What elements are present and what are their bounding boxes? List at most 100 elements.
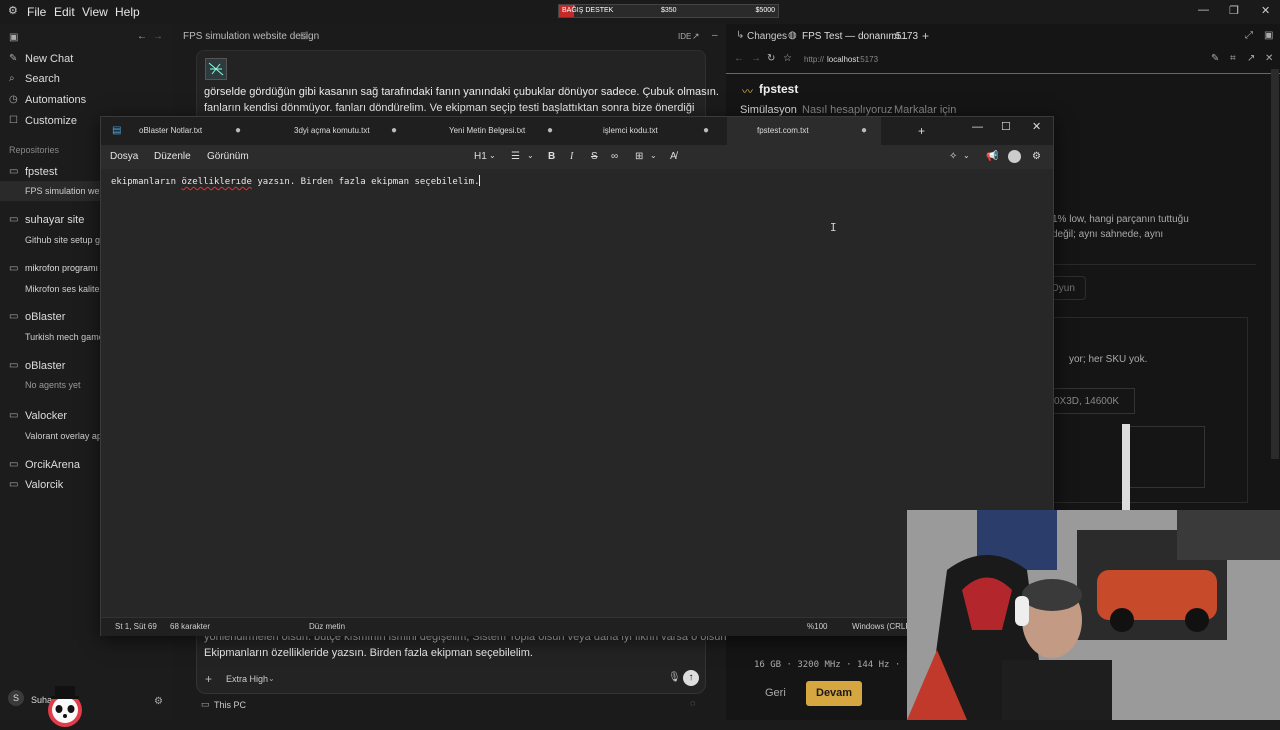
sidebar-new-chat[interactable]: New Chat <box>25 53 73 65</box>
brand-name[interactable]: fpstest <box>759 82 798 96</box>
account-avatar-icon[interactable] <box>1008 150 1021 163</box>
environment-selector[interactable]: This PC <box>214 700 246 710</box>
close-preview-icon[interactable]: ✕ <box>1265 53 1273 64</box>
repo-suhayar-site[interactable]: suhayar site <box>25 214 84 226</box>
tab-oblaster-notes[interactable]: oBlaster Notlar.txt ● <box>101 117 255 145</box>
nav-simulation[interactable]: Simülasyon <box>740 104 797 116</box>
clear-format-icon[interactable]: A̸ <box>670 151 677 162</box>
menu-duzenle[interactable]: Düzenle <box>154 151 191 162</box>
heading-dropdown[interactable]: H1 <box>474 151 487 162</box>
strikethrough-icon[interactable]: S <box>591 151 598 162</box>
expand-icon[interactable]: ⤢ <box>1245 30 1253 41</box>
browser-tab-port[interactable]: :5173 <box>893 31 918 42</box>
settings-gear-icon[interactable]: ⚙ <box>154 696 163 707</box>
scrollbar-thumb[interactable] <box>1122 424 1130 510</box>
repo-oblaster-2[interactable]: oBlaster <box>25 360 65 372</box>
tab-fpstest-active[interactable]: fpstest.com.txt ● <box>727 117 881 145</box>
maximize-icon[interactable]: ❐ <box>1229 4 1239 17</box>
sidebar-toggle-icon[interactable]: ▣ <box>9 32 18 43</box>
thread-fps-simulation[interactable]: FPS simulation webs <box>25 186 109 196</box>
repo-fpstest[interactable]: fpstest <box>25 166 57 178</box>
folder-icon: ▭ <box>9 360 19 371</box>
sidebar-customize[interactable]: Customize <box>25 115 77 127</box>
reload-icon[interactable]: ↻ <box>767 53 775 64</box>
customize-icon: ☐ <box>9 115 18 126</box>
repo-orcikarena[interactable]: OrcikArena <box>25 459 80 471</box>
ide-button[interactable]: IDE <box>678 32 691 41</box>
italic-icon[interactable]: I <box>570 151 573 162</box>
menu-view[interactable]: View <box>82 5 108 19</box>
forward-arrow-icon[interactable]: → <box>153 31 163 42</box>
donation-current: $350 <box>661 7 677 14</box>
thread-valorant-overlay[interactable]: Valorant overlay app <box>25 431 107 441</box>
menu-gorunum[interactable]: Görünüm <box>207 151 249 162</box>
thread-github-site[interactable]: Github site setup gu <box>25 235 105 245</box>
tab-3d-command[interactable]: 3dyi açma komutu.txt ● <box>257 117 411 145</box>
menu-dosya[interactable]: Dosya <box>110 151 138 162</box>
status-chars: 68 karakter <box>170 622 211 631</box>
hardware-search-field[interactable]: 0X3D, 14600K <box>1053 388 1135 414</box>
add-attachment-icon[interactable]: + <box>205 672 212 686</box>
panel-toggle-icon[interactable]: ▣ <box>1264 30 1273 41</box>
menu-edit[interactable]: Edit <box>54 5 75 19</box>
menu-help[interactable]: Help <box>115 5 140 19</box>
window-minimize-icon[interactable]: — <box>972 121 983 133</box>
status-eol[interactable]: Windows (CRLF) <box>852 622 912 631</box>
minimize-icon[interactable]: — <box>1198 4 1209 16</box>
url-port: :5173 <box>858 55 879 64</box>
attachment-thumbnail[interactable] <box>205 58 227 80</box>
menu-file[interactable]: File <box>27 5 46 19</box>
table-icon[interactable]: ⊞ <box>635 151 643 162</box>
user-avatar[interactable]: S <box>8 690 24 706</box>
text-part: yazsın. Birden fazla ekipman seçebilelim… <box>251 177 480 187</box>
new-tab-plus-icon[interactable]: + <box>922 29 929 43</box>
window-close-icon[interactable]: ✕ <box>1032 120 1041 133</box>
announcement-icon[interactable]: 📢 <box>986 151 998 162</box>
page-scrollbar[interactable] <box>1271 69 1279 459</box>
link-icon[interactable]: ∞ <box>611 151 618 162</box>
list-icon[interactable]: ☰ <box>511 151 520 162</box>
tab-new-text[interactable]: Yeni Metin Belgesi.txt ● <box>413 117 567 145</box>
screenshot-icon[interactable]: ⌗ <box>1230 53 1236 64</box>
preview-snippet-1: 1% low, hangi parçanın tuttuğu <box>1052 214 1189 225</box>
repo-oblaster[interactable]: oBlaster <box>25 311 65 323</box>
nav-back-icon[interactable]: ← <box>734 53 744 64</box>
nav-forward-icon[interactable]: → <box>751 53 761 64</box>
editor-text-line[interactable]: ekipmanların özelliklerıde yazsın. Birde… <box>111 175 481 187</box>
changes-tab[interactable]: Changes <box>747 31 787 42</box>
reasoning-level[interactable]: Extra High <box>226 674 268 684</box>
nav-how[interactable]: Nasıl hesaplıyoruz <box>802 104 893 116</box>
copilot-icon[interactable]: ✧ <box>949 151 957 162</box>
preview-snippet-4: yor; her SKU yok. <box>1069 354 1148 365</box>
draw-icon[interactable]: ✎ <box>1211 53 1219 64</box>
unsaved-dot-icon: ● <box>702 125 709 136</box>
status-zoom[interactable]: %100 <box>807 622 827 631</box>
open-external-icon[interactable]: ↗ <box>1247 53 1255 64</box>
microphone-icon[interactable]: 🎙 <box>668 672 681 683</box>
nav-brands[interactable]: Markalar için <box>894 104 956 116</box>
back-arrow-icon[interactable]: ← <box>137 31 147 42</box>
dropdown-list[interactable] <box>1123 426 1205 488</box>
send-arrow-icon[interactable]: ↑ <box>683 670 699 686</box>
archive-icon[interactable]: ▤ <box>300 30 309 41</box>
bookmark-star-icon[interactable]: ☆ <box>783 53 792 64</box>
notepad-settings-icon[interactable]: ⚙ <box>1032 151 1041 162</box>
repo-valorcik[interactable]: Valorcik <box>25 479 63 491</box>
new-tab-icon[interactable]: + <box>918 124 925 138</box>
bold-icon[interactable]: B <box>548 151 555 162</box>
url-bar[interactable]: http:// localhost :5173 <box>796 49 1196 69</box>
continue-button[interactable]: Devam <box>806 681 862 706</box>
thread-mikrofon-ses[interactable]: Mikrofon ses kalites <box>25 284 104 294</box>
status-format[interactable]: Düz metin <box>309 622 345 631</box>
composer-line-2[interactable]: Ekipmanların özellikleride yazsın. Birde… <box>204 647 533 659</box>
sidebar-search[interactable]: Search <box>25 73 60 85</box>
sidebar-automations[interactable]: Automations <box>25 94 86 106</box>
repo-valocker[interactable]: Valocker <box>25 410 67 422</box>
tab-cpu-code[interactable]: işlemci kodu.txt ● <box>569 117 723 145</box>
close-icon[interactable]: ✕ <box>1261 4 1270 17</box>
repo-mikrofon[interactable]: mikrofon programı <box>25 263 98 273</box>
back-button[interactable]: Geri <box>753 680 797 706</box>
chat-minimize-icon[interactable]: – <box>712 30 718 41</box>
thread-turkish-mech[interactable]: Turkish mech game <box>25 332 104 342</box>
window-maximize-icon[interactable]: ☐ <box>1001 120 1011 133</box>
